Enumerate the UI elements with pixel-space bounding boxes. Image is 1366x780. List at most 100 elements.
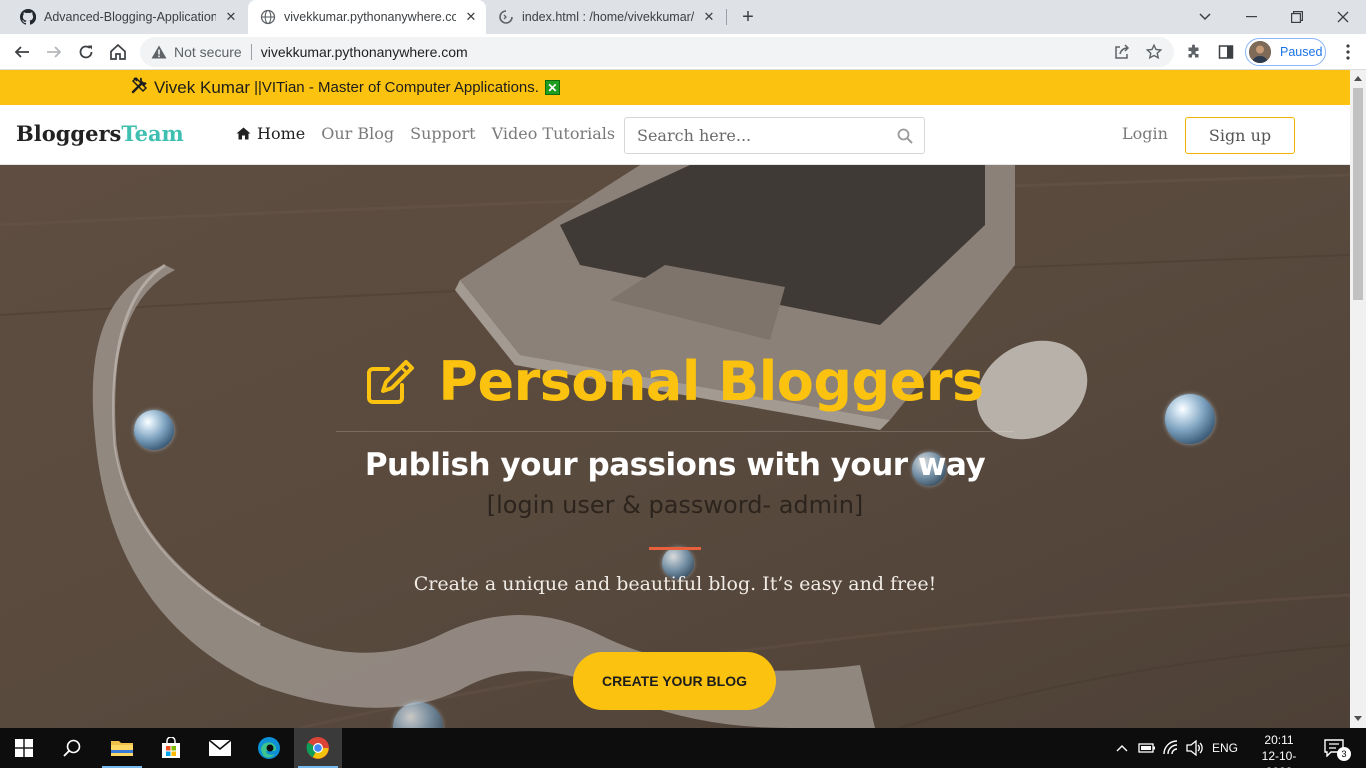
banner-close-icon[interactable]: ✕ — [544, 80, 560, 95]
taskbar-clock[interactable]: 20:11 12-10-2022 — [1250, 732, 1308, 780]
hero-divider — [336, 431, 1014, 432]
bubble-decoration — [134, 410, 174, 450]
new-tab-button[interactable]: + — [736, 5, 760, 29]
tab-pythonanywhere[interactable]: vivekkumar.pythonanywhere.com ✕ — [248, 0, 486, 34]
profile-button[interactable]: Paused — [1245, 38, 1326, 66]
taskbar-mail[interactable] — [196, 728, 244, 768]
restore-button[interactable] — [1274, 0, 1320, 34]
hero-description: Create a unique and beautiful blog. It’s… — [413, 573, 937, 595]
scroll-down-arrow-icon[interactable] — [1354, 716, 1362, 721]
scroll-up-arrow-icon[interactable] — [1354, 76, 1362, 81]
brand-text-primary: Bloggers — [16, 121, 122, 146]
search-icon[interactable] — [897, 128, 913, 144]
language-indicator[interactable]: ENG — [1208, 728, 1242, 768]
site-navbar: BloggersTeam Home Our Blog Support Video… — [0, 105, 1350, 165]
close-tab-icon[interactable]: ✕ — [462, 8, 480, 26]
bookmark-button[interactable] — [1140, 38, 1168, 66]
back-button[interactable] — [8, 38, 36, 66]
wifi-icon — [1163, 740, 1178, 755]
arrow-left-icon — [14, 46, 29, 58]
taskbar-chrome[interactable] — [294, 728, 342, 768]
brand-logo[interactable]: BloggersTeam — [16, 121, 184, 146]
address-bar[interactable]: Not secure vivekkumar.pythonanywhere.com — [140, 37, 1174, 67]
network-tray-button[interactable] — [1161, 728, 1183, 768]
tab-separator — [726, 9, 727, 25]
start-button[interactable] — [0, 728, 48, 768]
search-box — [624, 117, 925, 154]
battery-tray-button[interactable] — [1136, 728, 1158, 768]
top-banner: Vivek Kumar ||VITian - Master of Compute… — [0, 70, 1350, 105]
mail-icon — [208, 739, 232, 756]
warning-icon[interactable] — [151, 44, 167, 60]
start-icon — [15, 739, 33, 757]
hero-subtitle: Publish your passions with your way — [364, 447, 986, 483]
avatar — [1249, 41, 1271, 63]
windows-taskbar: ENG 20:11 12-10-2022 3 — [0, 728, 1366, 779]
nav-video-tutorials[interactable]: Video Tutorials — [492, 124, 616, 143]
close-window-button[interactable] — [1320, 0, 1366, 34]
minimize-button[interactable] — [1228, 0, 1274, 34]
close-tab-icon[interactable]: ✕ — [222, 8, 240, 26]
search-icon — [63, 739, 81, 757]
signup-button[interactable]: Sign up — [1185, 117, 1295, 154]
file-explorer-icon — [111, 741, 133, 756]
loading-icon — [498, 9, 514, 25]
taskbar-file-explorer[interactable] — [98, 728, 146, 768]
tab-search-button[interactable] — [1182, 0, 1228, 34]
hero-credentials-note: [login user & password- admin] — [486, 491, 864, 519]
chevron-down-icon — [1199, 13, 1211, 21]
side-panel-button[interactable] — [1212, 38, 1240, 66]
notification-center-button[interactable]: 3 — [1318, 728, 1351, 768]
security-label[interactable]: Not secure — [174, 44, 242, 60]
close-tab-icon[interactable]: ✕ — [700, 8, 718, 26]
main-nav: Home Our Blog Support Video Tutorials — [236, 124, 631, 143]
url-text[interactable]: vivekkumar.pythonanywhere.com — [261, 44, 468, 60]
search-input[interactable] — [637, 126, 897, 145]
clock-time: 20:11 — [1264, 733, 1294, 747]
tools-icon — [130, 75, 150, 100]
page-scrollbar[interactable] — [1350, 70, 1366, 728]
profile-status: Paused — [1280, 45, 1323, 59]
login-link[interactable]: Login — [1122, 124, 1168, 143]
nav-home[interactable]: Home — [236, 124, 305, 143]
chrome-icon — [306, 737, 329, 759]
scrollbar-thumb[interactable] — [1353, 88, 1363, 300]
volume-tray-button[interactable] — [1184, 728, 1206, 768]
clock-date: 12-10-2022 — [1261, 749, 1297, 779]
banner-tagline: ||VITian - Master of Computer Applicatio… — [254, 79, 539, 96]
forward-button[interactable] — [40, 38, 68, 66]
hero-accent-rule — [649, 547, 701, 550]
home-button[interactable] — [104, 38, 132, 66]
puzzle-icon — [1188, 44, 1199, 58]
taskbar-search-button[interactable] — [48, 728, 96, 768]
nav-home-label: Home — [257, 124, 306, 143]
github-icon — [20, 9, 36, 25]
share-icon — [1115, 44, 1130, 59]
taskbar-edge[interactable] — [245, 728, 293, 768]
star-icon — [1146, 44, 1162, 60]
home-icon — [110, 43, 126, 60]
store-icon — [162, 737, 180, 758]
notification-count-badge: 3 — [1337, 747, 1351, 761]
tab-title: index.html : /home/vivekkumar/B — [522, 10, 694, 24]
reload-button[interactable] — [72, 38, 100, 66]
share-button[interactable] — [1108, 38, 1136, 66]
nav-our-blog[interactable]: Our Blog — [321, 124, 394, 143]
menu-button[interactable] — [1334, 38, 1362, 66]
arrow-right-icon — [47, 46, 62, 58]
hero-title: Personal Bloggers — [0, 350, 1350, 413]
nav-support[interactable]: Support — [410, 124, 475, 143]
hero-title-text: Personal Bloggers — [438, 350, 984, 413]
create-blog-button[interactable]: CREATE YOUR BLOG — [573, 652, 776, 710]
extensions-button[interactable] — [1180, 38, 1208, 66]
show-hidden-icons-button[interactable] — [1112, 728, 1132, 768]
taskbar-store[interactable] — [147, 728, 195, 768]
tab-index-html[interactable]: index.html : /home/vivekkumar/B ✕ — [486, 0, 724, 34]
browser-toolbar: Not secure vivekkumar.pythonanywhere.com… — [0, 34, 1366, 70]
tab-title: vivekkumar.pythonanywhere.com — [284, 10, 456, 24]
kebab-menu-icon — [1346, 44, 1350, 60]
home-icon — [236, 127, 251, 140]
tab-github[interactable]: Advanced-Blogging-Application/ ✕ — [8, 0, 246, 34]
side-panel-icon — [1218, 45, 1234, 59]
brand-text-accent: Team — [121, 121, 184, 146]
